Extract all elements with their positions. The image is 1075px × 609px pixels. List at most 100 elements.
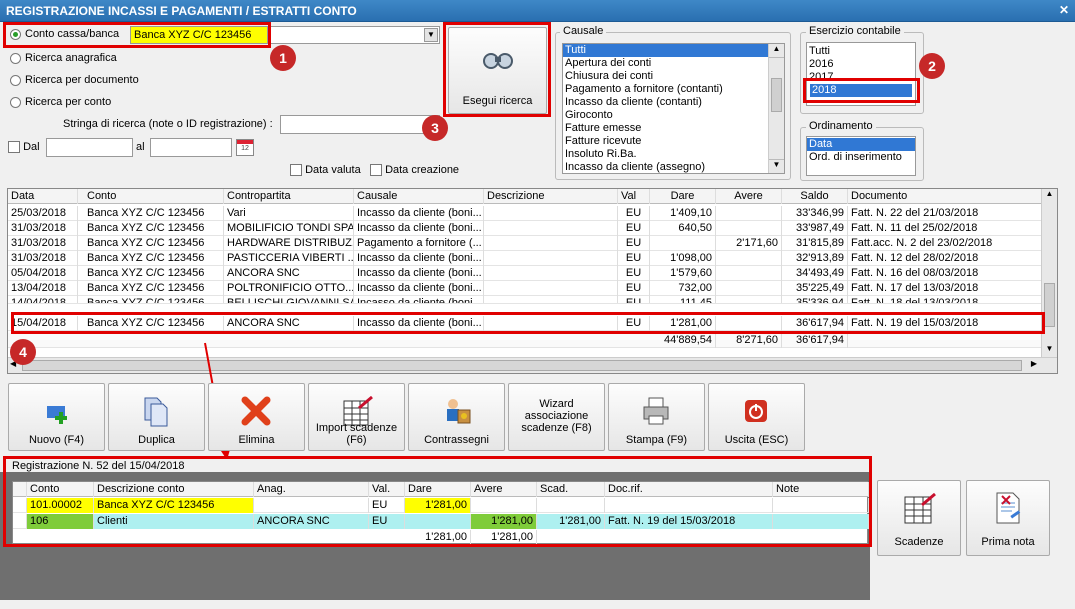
scroll-right-icon[interactable]: ▶: [1031, 359, 1037, 368]
column-header[interactable]: Descrizione: [484, 189, 618, 204]
table-cell: EU: [618, 221, 650, 236]
listbox-item[interactable]: Ord. di inserimento: [807, 151, 915, 164]
column-header[interactable]: Dare: [650, 189, 716, 204]
table-cell: HARDWARE DISTRIBUZ...: [224, 236, 354, 251]
table-cell: 31/03/2018: [8, 236, 78, 251]
conto-select-dropdown[interactable]: ▼: [268, 26, 440, 44]
table-cell: POLTRONIFICIO OTTO...: [224, 281, 354, 296]
scroll-up-icon[interactable]: ▲: [769, 44, 784, 58]
column-header[interactable]: Contropartita: [224, 189, 354, 204]
table-cell: 34'493,49: [782, 266, 848, 281]
scroll-down-icon[interactable]: ▼: [769, 159, 784, 173]
table-cell: 1'579,60: [650, 266, 716, 281]
listbox-item[interactable]: Apertura dei conti: [563, 57, 784, 70]
column-header[interactable]: Avere: [716, 189, 782, 204]
causale-listbox[interactable]: Tutti Apertura dei conti Chiusura dei cont…: [562, 43, 785, 174]
dal-checkbox[interactable]: Dal: [8, 141, 40, 154]
prima-nota-icon: [996, 492, 1021, 524]
table-cell: Banca XYZ C/C 123456: [84, 221, 224, 236]
listbox-item[interactable]: Fatture ricevute: [563, 135, 784, 148]
data-creazione-checkbox[interactable]: Data creazione: [370, 164, 459, 177]
calendar-icon[interactable]: 12: [236, 139, 254, 156]
table-cell: [484, 206, 618, 221]
toolbar-button-8[interactable]: Uscita (ESC): [708, 383, 805, 451]
listbox-item[interactable]: Giroconto: [563, 109, 784, 122]
add-icon: [46, 406, 67, 424]
table-row[interactable]: 13/04/2018 Banca XYZ C/C 123456 POLTRONIFI…: [8, 281, 1042, 296]
scroll-down-icon[interactable]: ▼: [1042, 344, 1057, 358]
toolbar-button-7[interactable]: Stampa (F9): [608, 383, 705, 451]
scadenze-button[interactable]: Scadenze: [877, 480, 961, 556]
causale-scrollbar[interactable]: ▲ ▼: [768, 44, 784, 173]
table-cell: Incasso da cliente (boni...: [354, 206, 484, 221]
toolbar-button-label: Import scadenze (F6): [315, 422, 398, 446]
listbox-item[interactable]: Pagamento a fornitore (contanti): [563, 83, 784, 96]
chevron-down-icon[interactable]: ▼: [424, 28, 438, 42]
toolbar-button-1[interactable]: Nuovo (F4): [8, 383, 105, 451]
table-cell: Banca XYZ C/C 123456: [84, 251, 224, 266]
table-cell: Fatt. N. 22 del 21/03/2018: [848, 206, 1042, 221]
table-cell: 25/03/2018: [8, 206, 78, 221]
annotation-box-1: [3, 22, 271, 48]
listbox-item[interactable]: Data: [807, 138, 915, 151]
close-icon[interactable]: ✕: [1059, 3, 1069, 17]
table-cell: Banca XYZ C/C 123456: [84, 266, 224, 281]
hscroll-thumb[interactable]: [22, 360, 1022, 371]
column-header[interactable]: Conto: [84, 189, 224, 204]
column-header[interactable]: Documento: [848, 189, 1042, 204]
column-header[interactable]: Data: [8, 189, 78, 204]
table-cell: [650, 236, 716, 251]
dal-date-input[interactable]: [46, 138, 133, 157]
listbox-item[interactable]: Chiusura dei conti: [563, 70, 784, 83]
toolbar-button-2[interactable]: Duplica: [108, 383, 205, 451]
table-row[interactable]: 31/03/2018 Banca XYZ C/C 123456 MOBILIFICI…: [8, 221, 1042, 236]
annotation-badge-3: 3: [422, 115, 448, 141]
radio-ricerca-conto[interactable]: Ricerca per conto: [10, 96, 111, 108]
table-cell: Fatt.acc. N. 2 del 23/02/2018: [848, 236, 1042, 251]
column-header[interactable]: Val: [618, 189, 650, 204]
listbox-item[interactable]: Tutti: [807, 45, 915, 58]
listbox-item[interactable]: Tutti: [563, 44, 784, 57]
toolbar-button-6[interactable]: Wizard associazione scadenze (F8): [508, 383, 605, 451]
scroll-up-icon[interactable]: ▲: [1042, 189, 1057, 203]
toolbar-button-3[interactable]: Elimina: [208, 383, 305, 451]
table-cell: 640,50: [650, 221, 716, 236]
listbox-item[interactable]: 2016: [807, 58, 915, 71]
radio-ricerca-documento[interactable]: Ricerca per documento: [10, 74, 139, 86]
table-cell: 33'346,99: [782, 206, 848, 221]
scroll-thumb[interactable]: [771, 78, 782, 112]
prima-nota-button[interactable]: Prima nota: [966, 480, 1050, 556]
table-row[interactable]: 14/04/2018 Banca XYZ C/C 123456 BELLISCHI …: [8, 296, 1042, 304]
listbox-item[interactable]: Insoluto Ri.Ba.: [563, 148, 784, 161]
table-row[interactable]: 05/04/2018 Banca XYZ C/C 123456 ANCORA SNC…: [8, 266, 1042, 281]
movimenti-grid: Data Conto Contropartita Causale Descrizione…: [7, 188, 1058, 374]
radio-ricerca-anagrafica[interactable]: Ricerca anagrafica: [10, 52, 117, 64]
toolbar-button-4[interactable]: Import scadenze (F6): [308, 383, 405, 451]
table-row[interactable]: 31/03/2018 Banca XYZ C/C 123456 PASTICCERI…: [8, 251, 1042, 266]
table-cell: 32'913,89: [782, 251, 848, 266]
ordinamento-listbox[interactable]: Data Ord. di inserimento: [806, 136, 916, 176]
listbox-item[interactable]: Incasso da cliente (contanti): [563, 96, 784, 109]
table-cell: [484, 236, 618, 251]
toolbar-button-label: Contrassegni: [424, 434, 489, 446]
table-cell: EU: [618, 251, 650, 266]
data-valuta-checkbox[interactable]: Data valuta: [290, 164, 361, 177]
al-date-input[interactable]: [150, 138, 232, 157]
annotation-badge-4: 4: [10, 339, 36, 365]
toolbar-button-5[interactable]: Contrassegni: [408, 383, 505, 451]
table-row[interactable]: 25/03/2018 Banca XYZ C/C 123456 Vari Incass…: [8, 206, 1042, 221]
table-cell: PASTICCERIA VIBERTI ...: [224, 251, 354, 266]
table-cell: [484, 296, 618, 303]
column-header[interactable]: Saldo: [782, 189, 848, 204]
annotation-badge-1: 1: [270, 45, 296, 71]
listbox-item[interactable]: Fatture emesse: [563, 122, 784, 135]
search-string-input[interactable]: [280, 115, 440, 134]
column-header[interactable]: Causale: [354, 189, 484, 204]
scroll-thumb[interactable]: [1044, 283, 1055, 327]
table-row[interactable]: 31/03/2018 Banca XYZ C/C 123456 HARDWARE D…: [8, 236, 1042, 251]
table-cell: Fatt. N. 11 del 25/02/2018: [848, 221, 1042, 236]
annotation-box-5: [3, 456, 872, 547]
exit-icon: [744, 400, 767, 422]
listbox-item[interactable]: Incasso da cliente (assegno): [563, 161, 784, 173]
grid-hscrollbar[interactable]: ◀ ▶: [8, 357, 1057, 373]
